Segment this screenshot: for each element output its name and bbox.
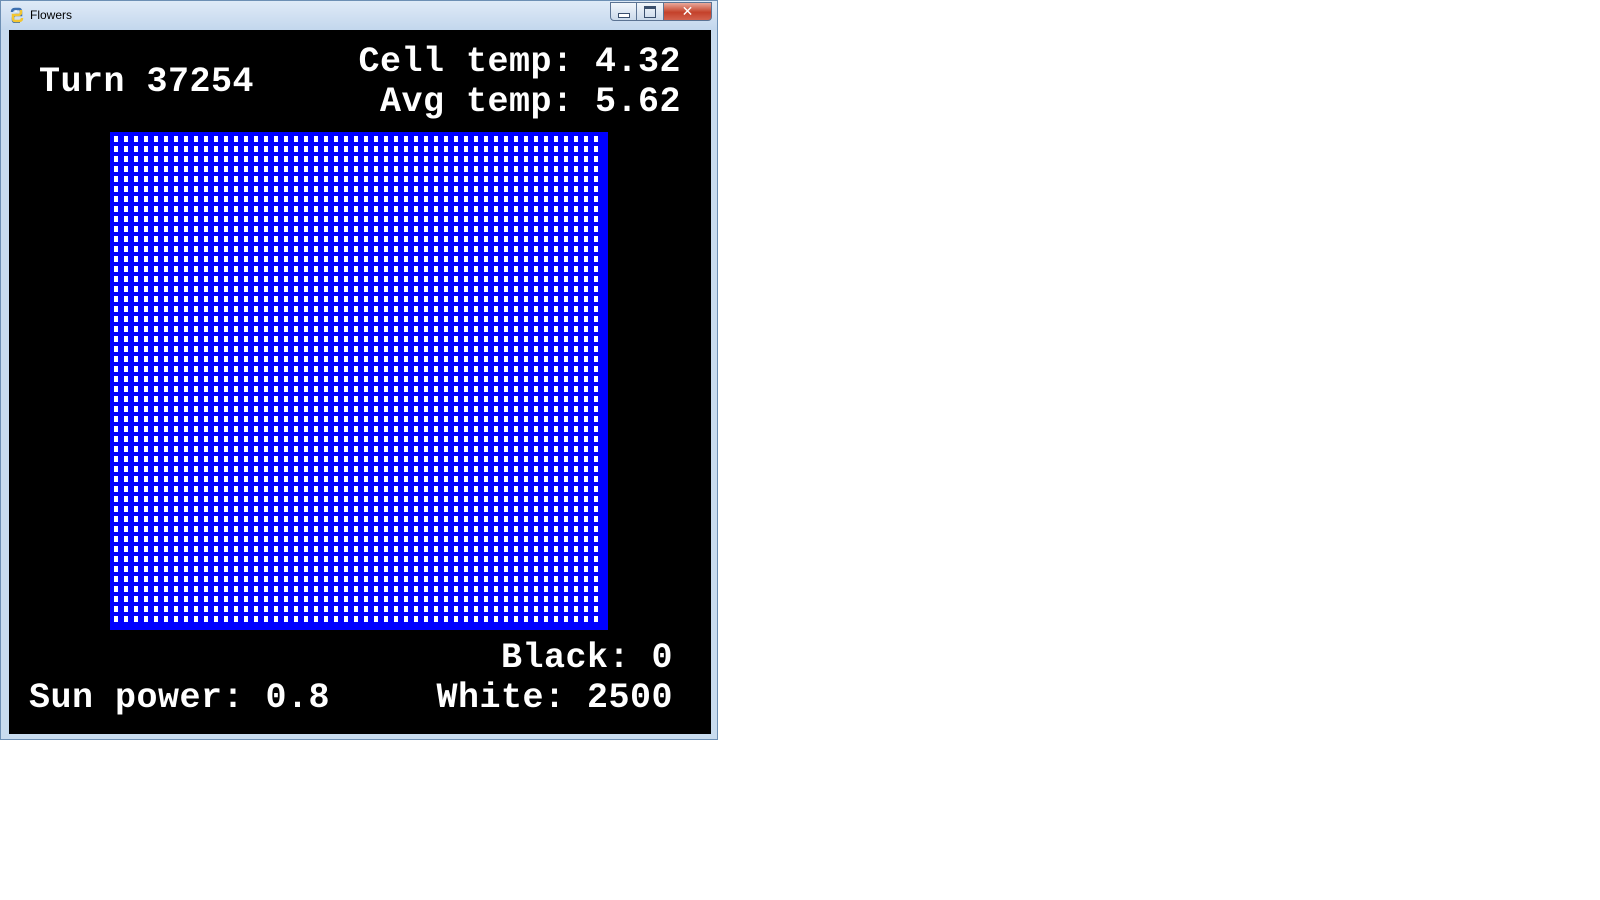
cell-temp-label: Cell temp: 4.32 (358, 42, 681, 82)
minimize-icon (617, 13, 630, 18)
white-count-label: White: 2500 (436, 678, 673, 718)
game-canvas[interactable]: Turn 37254 Cell temp: 4.32 Avg temp: 5.6… (9, 30, 711, 734)
avg-temp-label: Avg temp: 5.62 (379, 82, 681, 122)
flower-grid[interactable] (110, 132, 608, 630)
window-title: Flowers (30, 8, 73, 22)
black-count-label: Black: 0 (500, 638, 673, 678)
maximize-icon (644, 5, 656, 18)
close-icon: ✕ (681, 3, 694, 20)
app-window: Flowers ✕ Turn 37254 Cell temp: 4.32 Avg… (0, 0, 718, 740)
snake-icon (10, 7, 24, 23)
title-bar[interactable]: Flowers ✕ (1, 1, 717, 30)
turn-counter: Turn 37254 (39, 62, 255, 102)
minimize-button[interactable] (610, 2, 637, 21)
sun-power-label: Sun power: 0.8 (29, 678, 331, 718)
close-button[interactable]: ✕ (664, 2, 712, 21)
maximize-button[interactable] (637, 2, 664, 21)
